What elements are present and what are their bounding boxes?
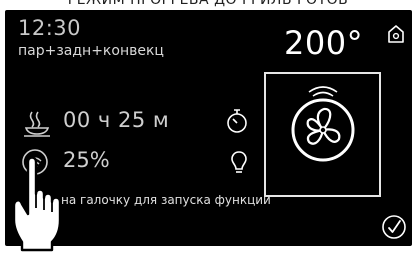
- duration-value[interactable]: 00 ч 25 м: [63, 108, 169, 132]
- top-caption: РЕЖИМ ПРОГРЕВА ДО ГРИЛЬ ГОТОВ: [67, 0, 349, 8]
- lightbulb-icon[interactable]: [230, 150, 248, 176]
- pointing-hand-icon: [12, 156, 62, 252]
- clock-time: 12:30: [18, 16, 82, 40]
- home-icon[interactable]: [387, 24, 405, 44]
- dish-icon: [24, 111, 50, 137]
- instruction-text: на галочку для запуска функции: [61, 193, 271, 207]
- check-icon[interactable]: [381, 214, 407, 240]
- fan-icon: [291, 86, 355, 162]
- program-name: пар+задн+конвекц: [18, 43, 164, 59]
- temperature-value[interactable]: 200°: [284, 24, 363, 62]
- timer-icon[interactable]: [226, 108, 248, 134]
